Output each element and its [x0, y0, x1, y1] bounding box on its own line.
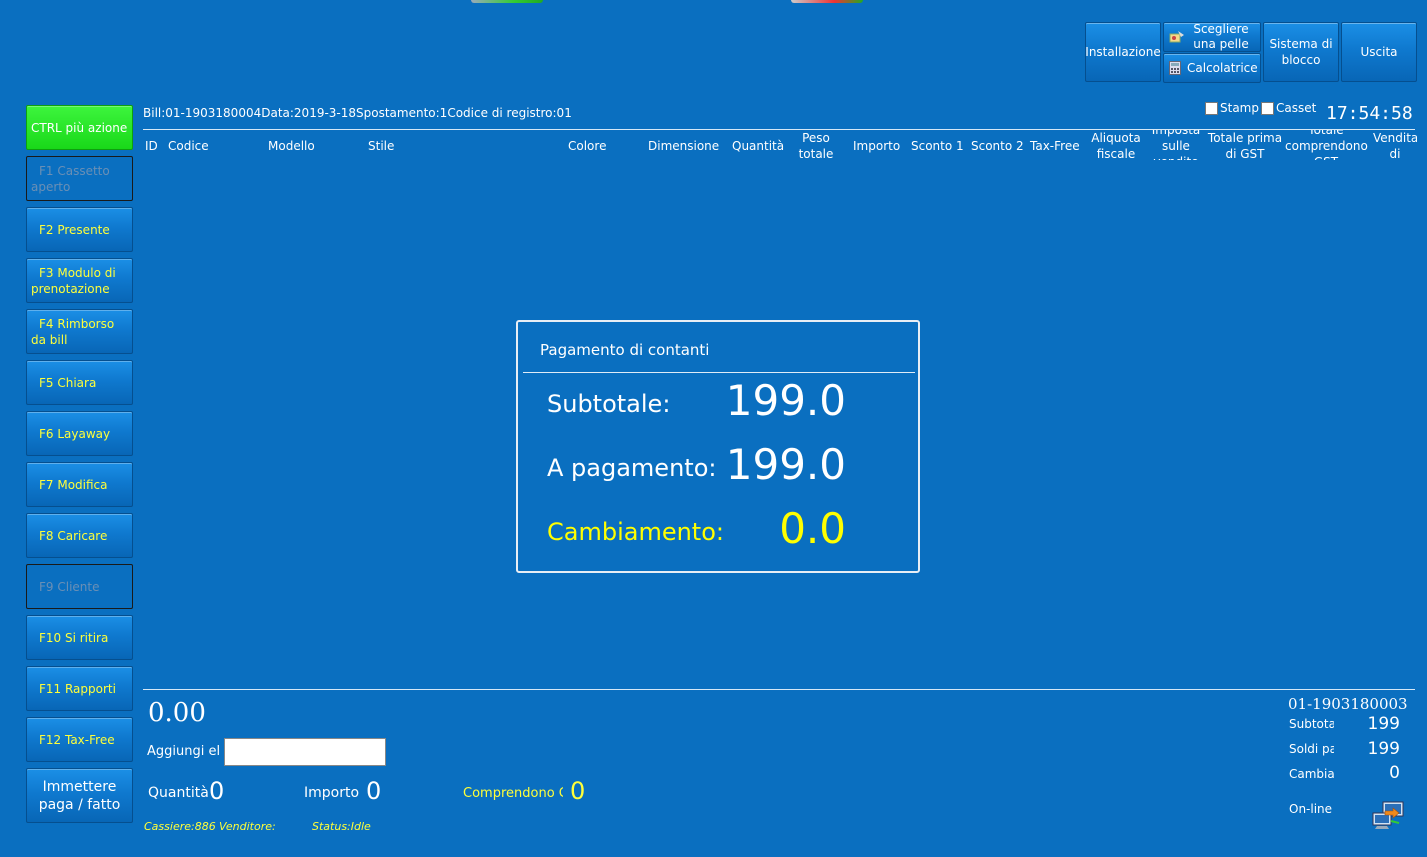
uscita-label: Uscita: [1360, 45, 1398, 59]
col-totale-comprendono: Totale comprendono GST: [1285, 130, 1368, 160]
f11-rapporti-button[interactable]: F11 Rapporti: [26, 666, 133, 711]
ctrl-piu-azione-button[interactable]: CTRL più azione: [26, 105, 133, 150]
f9-cliente-button[interactable]: F9 Cliente: [26, 564, 133, 609]
table-header: ID Codice Modello Stile Colore Dimension…: [143, 130, 1417, 160]
clock: 17:54:58: [1326, 103, 1413, 124]
casset-checkbox-box[interactable]: [1261, 102, 1274, 115]
venditore-status: Venditore:: [219, 820, 276, 833]
last-bill-number: 01-1903180003: [1288, 695, 1408, 713]
f8-caricare-button[interactable]: F8 Caricare: [26, 513, 133, 558]
f1-label: F1 Cassetto aperto: [31, 163, 110, 194]
calcolatrice-label: Calcolatrice: [1187, 61, 1258, 75]
col-stile: Stile: [368, 139, 395, 153]
subtotale-label: Subtotale:: [547, 390, 671, 418]
casset-checkbox-label: Casset: [1276, 101, 1317, 115]
pagamento-dialog: Pagamento di contanti Subtotale: 199.0 A…: [516, 320, 920, 573]
skin-icon: [1169, 30, 1185, 44]
stamp-checkbox-label: Stamp: [1220, 101, 1259, 115]
sistema-blocco-label: Sistema di blocco: [1269, 37, 1333, 67]
installazione-label: Installazione: [1085, 45, 1161, 59]
col-peso-totale: Peso totale: [798, 131, 834, 160]
network-icon: [1371, 799, 1405, 831]
col-quantita: Quantità: [732, 139, 785, 153]
f10-si-ritira-button[interactable]: F10 Si ritira: [26, 615, 133, 660]
f8-label: F8 Caricare: [39, 528, 108, 543]
col-id: ID: [145, 139, 158, 153]
subtotale-value: 199.0: [725, 376, 846, 425]
col-sconto-2: Sconto 2: [971, 139, 1024, 153]
f12-label: F12 Tax-Free: [39, 732, 115, 747]
immettere-paga-label: Immettere paga / fatto: [38, 778, 121, 813]
calculator-icon: [1169, 61, 1181, 75]
importo-value: 0: [366, 777, 382, 805]
comprendono-label: Comprendono GST: [463, 786, 563, 801]
last-cambia-label: Cambiamento: [1289, 767, 1334, 781]
status-idle: Status:Idle: [312, 820, 371, 833]
f12-tax-free-button[interactable]: F12 Tax-Free: [26, 717, 133, 762]
running-total: 0.00: [148, 698, 206, 728]
last-soldi-value: 199: [1367, 739, 1400, 759]
footer-divider: [143, 689, 1415, 690]
f2-presente-button[interactable]: F2 Presente: [26, 207, 133, 252]
f5-label: F5 Chiara: [39, 375, 97, 390]
f3-modulo-prenotazione-button[interactable]: F3 Modulo di prenotazione: [26, 258, 133, 303]
f5-chiara-button[interactable]: F5 Chiara: [26, 360, 133, 405]
top-logo-right: [791, 0, 863, 3]
last-subtotale-label: Subtotale: [1289, 717, 1334, 731]
stamp-checkbox[interactable]: Stamp: [1205, 101, 1259, 115]
col-dimensione: Dimensione: [648, 139, 720, 153]
aggiungi-label: Aggiungi elemento: [147, 744, 220, 759]
last-cambia-value: 0: [1389, 763, 1400, 783]
f3-label: F3 Modulo di prenotazione: [31, 265, 116, 296]
last-soldi-label: Soldi pagati: [1289, 742, 1334, 756]
col-tax-free: Tax-Free: [1030, 139, 1080, 153]
online-label: On-line: [1289, 802, 1333, 816]
f4-rimborso-button[interactable]: F4 Rimborso da bill: [26, 309, 133, 354]
aggiungi-input[interactable]: [224, 738, 386, 766]
f4-label: F4 Rimborso da bill: [31, 316, 115, 347]
pagamento-label: A pagamento:: [547, 454, 717, 482]
col-sconto-1: Sconto 1: [911, 139, 964, 153]
f10-label: F10 Si ritira: [39, 630, 109, 645]
f9-label: F9 Cliente: [39, 579, 100, 594]
f6-layaway-button[interactable]: F6 Layaway: [26, 411, 133, 456]
col-aliquota: Aliquota fiscale: [1091, 131, 1141, 160]
comprendono-value: 0: [570, 777, 586, 805]
scegliere-pelle-label: Scegliere una pelle: [1193, 22, 1249, 51]
cambiamento-label: Cambiamento:: [547, 518, 724, 546]
scegliere-pelle-button[interactable]: Scegliere una pelle: [1163, 22, 1261, 52]
col-totale-prima: Totale prima di GST: [1207, 131, 1283, 160]
f11-label: F11 Rapporti: [39, 681, 116, 696]
col-modello: Modello: [268, 139, 315, 153]
uscita-button[interactable]: Uscita: [1341, 22, 1417, 82]
f2-label: F2 Presente: [39, 222, 110, 237]
quantita-label: Quantità: [148, 785, 209, 801]
col-importo: Importo: [853, 139, 901, 153]
col-imposta: Imposta sulle vendite: [1151, 130, 1201, 160]
f1-cassetto-aperto-button[interactable]: F1 Cassetto aperto: [26, 156, 133, 201]
importo-label: Importo: [304, 785, 360, 801]
cassiere-status: Cassiere:886: [144, 820, 216, 833]
f6-label: F6 Layaway: [39, 426, 111, 441]
ctrl-piu-azione-label: CTRL più azione: [31, 120, 128, 135]
top-logo-left: [471, 0, 543, 3]
f7-modifica-button[interactable]: F7 Modifica: [26, 462, 133, 507]
cambiamento-value: 0.0: [779, 504, 846, 553]
casset-checkbox[interactable]: Casset: [1261, 101, 1316, 115]
pagamento-value: 199.0: [725, 440, 846, 489]
dialog-title: Pagamento di contanti: [540, 341, 710, 359]
dialog-title-divider: [523, 372, 915, 373]
col-codice: Codice: [168, 139, 209, 153]
bill-info: Bill:01-1903180004Data:2019-3-18Spostame…: [143, 106, 572, 120]
last-subtotale-value: 199: [1367, 714, 1400, 734]
col-colore: Colore: [568, 139, 607, 153]
sistema-blocco-button[interactable]: Sistema di blocco: [1263, 22, 1339, 82]
installazione-button[interactable]: Installazione: [1085, 22, 1161, 82]
f7-label: F7 Modifica: [39, 477, 108, 492]
calcolatrice-button[interactable]: Calcolatrice: [1163, 53, 1261, 83]
stamp-checkbox-box[interactable]: [1205, 102, 1218, 115]
quantita-value: 0: [209, 777, 225, 805]
immettere-paga-button[interactable]: Immettere paga / fatto: [26, 768, 133, 823]
col-vendita: Vendita di: [1373, 131, 1417, 160]
